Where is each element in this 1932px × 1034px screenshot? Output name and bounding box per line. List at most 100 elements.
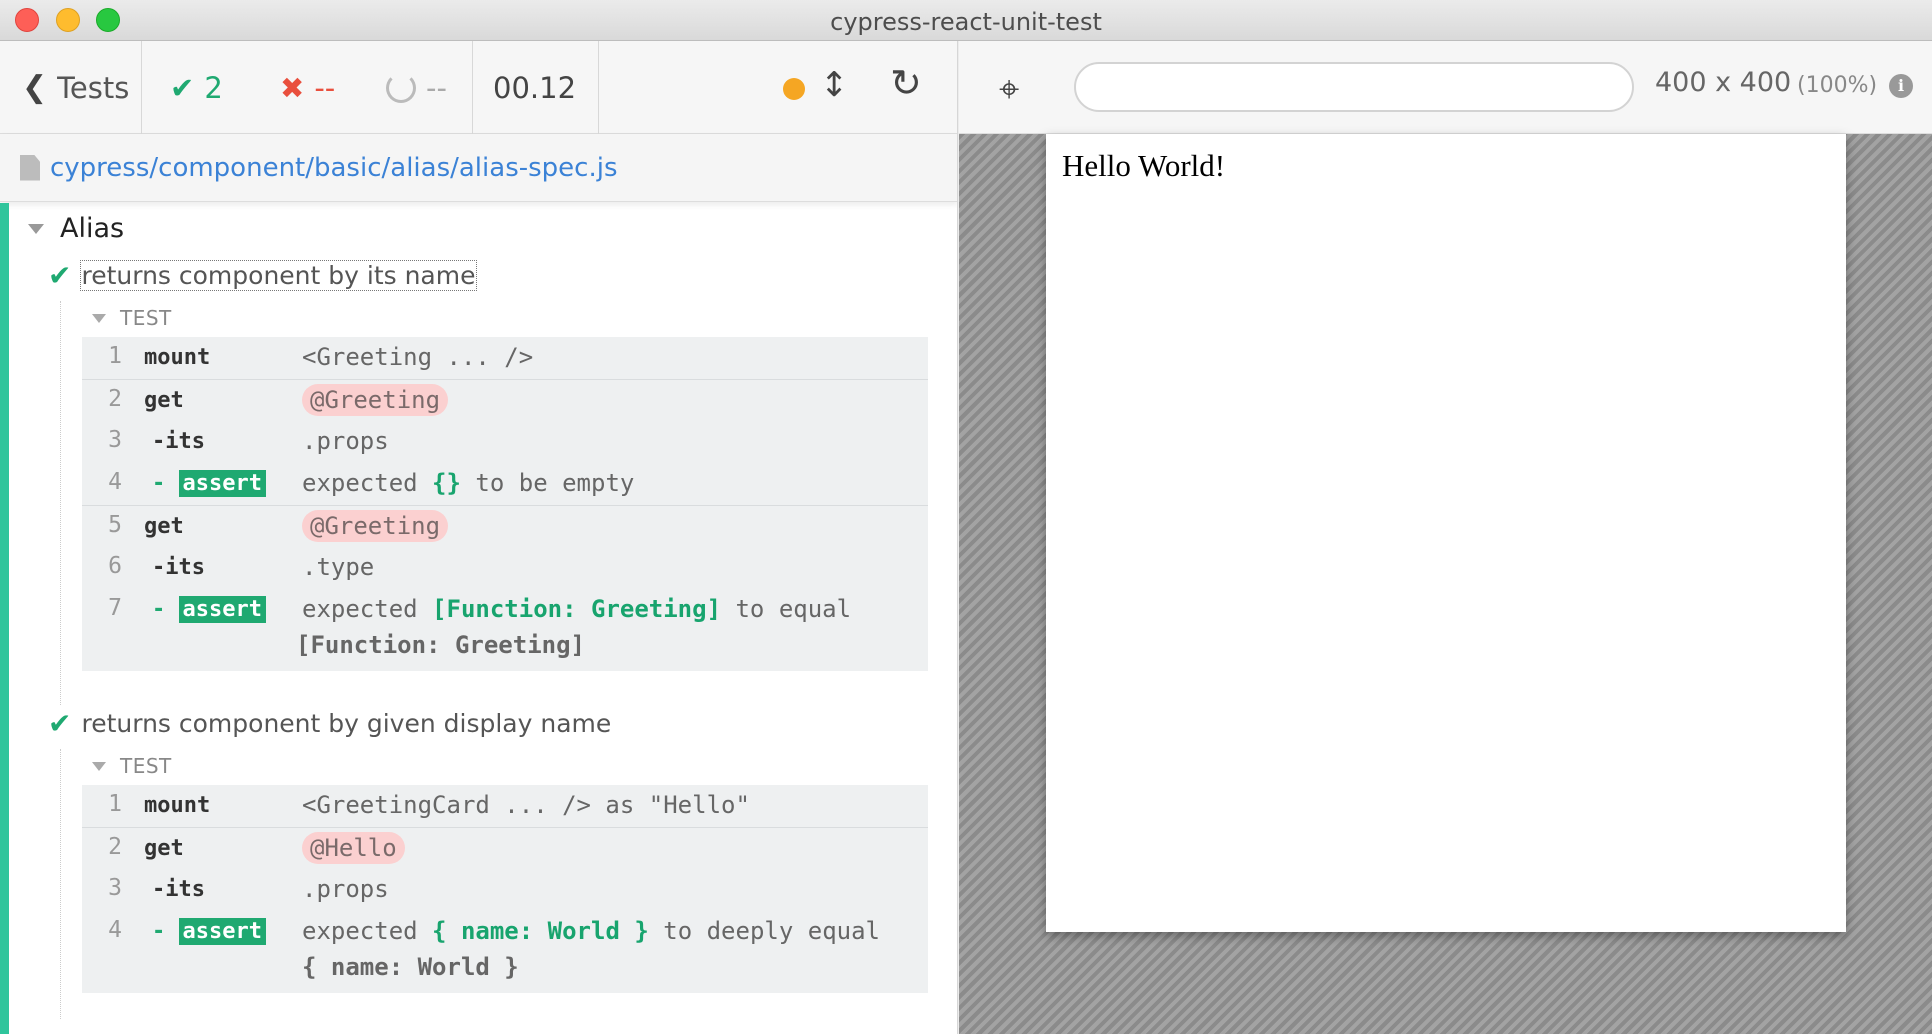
viewport-size: 400 x 400	[1655, 67, 1792, 98]
command-name: -its	[152, 555, 205, 580]
command-number: 1	[108, 791, 122, 817]
command-number: 3	[108, 875, 122, 901]
passed-count[interactable]: ✔ 2	[170, 41, 223, 134]
hook-label: TEST	[120, 306, 172, 330]
assert-text: expected	[302, 469, 418, 497]
check-icon: ✔	[48, 707, 72, 740]
hook-header[interactable]: TEST	[92, 754, 172, 778]
file-icon	[20, 154, 40, 181]
command-row[interactable]: 5 get @Greeting	[82, 505, 928, 547]
command-number: 4	[108, 917, 122, 943]
failed-count[interactable]: ✖ --	[280, 41, 335, 134]
command-name: mount	[144, 793, 211, 818]
rendered-greeting: Hello World!	[1062, 148, 1226, 183]
alias-badge: @Greeting	[302, 510, 449, 542]
test-title[interactable]: ✔ returns component by given display nam…	[48, 707, 611, 740]
command-message: <Greeting ... />	[302, 343, 534, 371]
pending-count[interactable]: --	[386, 41, 447, 134]
hook-header[interactable]: TEST	[92, 306, 172, 330]
command-message: <GreetingCard ... /> as "Hello"	[302, 791, 750, 819]
assert-text: expected	[302, 595, 418, 623]
command-name: get	[144, 514, 184, 539]
hook-label: TEST	[120, 754, 172, 778]
caret-down-icon	[92, 761, 106, 771]
assert-value: [Function: Greeting]	[296, 631, 585, 659]
reporter-panel: ❮ Tests ✔ 2 ✖ -- -- 00.12 ↕ ↻ cypress/co…	[0, 41, 958, 1034]
assert-value: {}	[432, 469, 461, 497]
window-title: cypress-react-unit-test	[830, 8, 1102, 36]
suite-title[interactable]: Alias	[28, 213, 124, 244]
command-name: mount	[144, 345, 211, 370]
stats-bar: ❮ Tests ✔ 2 ✖ -- -- 00.12 ↕ ↻	[0, 41, 957, 134]
command-message: .props	[302, 427, 389, 455]
alias-badge: @Greeting	[302, 384, 449, 416]
command-message: .type	[302, 553, 375, 581]
command-name: - assert	[152, 596, 266, 623]
circle-notch-icon	[386, 72, 416, 103]
aut-stage: Hello World!	[959, 134, 1932, 1034]
command-number: 2	[108, 834, 122, 860]
suite-status-bar	[0, 203, 9, 1034]
command-number: 4	[108, 469, 122, 495]
check-icon: ✔	[170, 70, 195, 105]
check-icon: ✔	[48, 259, 72, 292]
x-icon: ✖	[280, 70, 305, 105]
assert-value: { name: World }	[302, 953, 519, 981]
command-message: expected [Function: Greeting] to equal	[302, 595, 851, 623]
command-row[interactable]: 2 get @Greeting	[82, 379, 928, 421]
crosshair-icon[interactable]: ⌖	[999, 69, 1019, 111]
test-title-text: returns component by given display name	[81, 709, 612, 738]
divider	[472, 41, 473, 134]
command-number: 2	[108, 386, 122, 412]
command-row[interactable]: 3 -its .props	[82, 421, 928, 463]
status-indicator-dot	[783, 78, 805, 100]
assert-text: to deeply equal	[663, 917, 880, 945]
caret-down-icon	[28, 223, 44, 234]
command-number: 7	[108, 595, 122, 621]
command-message: expected { name: World } to deeply equal	[302, 917, 880, 945]
spec-file-header: cypress/component/basic/alias/alias-spec…	[0, 134, 957, 202]
command-row[interactable]: 1 mount <Greeting ... />	[82, 337, 928, 379]
command-number: 1	[108, 343, 122, 369]
runnables-list: Alias ✔ returns component by its name TE…	[0, 203, 957, 1034]
command-name: -its	[152, 429, 205, 454]
command-row[interactable]: 4 - assert expected { name: World } to d…	[82, 911, 928, 993]
back-to-tests-button[interactable]: ❮ Tests	[22, 41, 129, 134]
command-name: -its	[152, 877, 205, 902]
command-name: - assert	[152, 918, 266, 945]
command-row[interactable]: 3 -its .props	[82, 869, 928, 911]
aut-iframe[interactable]: Hello World!	[1046, 134, 1846, 932]
command-name: - assert	[152, 470, 266, 497]
divider	[60, 749, 61, 1019]
test-title[interactable]: ✔ returns component by its name	[48, 259, 477, 292]
caret-down-icon	[92, 313, 106, 323]
command-name: get	[144, 388, 184, 413]
divider	[598, 41, 599, 134]
spec-path-link[interactable]: cypress/component/basic/alias/alias-spec…	[50, 153, 618, 183]
command-row[interactable]: 1 mount <GreetingCard ... /> as "Hello"	[82, 785, 928, 827]
assert-badge: assert	[178, 470, 266, 497]
suite-title-text: Alias	[60, 213, 125, 244]
command-list: 1 mount <Greeting ... /> 2 get @Greeting…	[82, 337, 928, 671]
assert-text: expected	[302, 917, 418, 945]
assert-value: [Function: Greeting]	[432, 595, 722, 623]
info-icon[interactable]: i	[1889, 74, 1913, 98]
command-number: 3	[108, 427, 122, 453]
command-row[interactable]: 6 -its .type	[82, 547, 928, 589]
command-row[interactable]: 4 - assert expected {} to be empty	[82, 463, 928, 505]
command-row[interactable]: 2 get @Hello	[82, 827, 928, 869]
reload-icon[interactable]: ↻	[890, 61, 922, 105]
url-field[interactable]	[1074, 62, 1634, 112]
command-number: 5	[108, 512, 122, 538]
aut-header: ⌖ 400 x 400 (100%) i	[959, 41, 1932, 134]
assert-text: to equal	[735, 595, 852, 623]
command-row[interactable]: 7 - assert expected [Function: Greeting]…	[82, 589, 928, 671]
command-message: expected {} to be empty	[302, 469, 634, 497]
chevron-left-icon: ❮	[22, 70, 48, 105]
alias-badge: @Hello	[302, 832, 405, 864]
pending-value: --	[426, 70, 447, 105]
test-title-text: returns component by its name	[80, 260, 477, 291]
toggle-auto-scroll-icon[interactable]: ↕	[820, 65, 849, 105]
assert-badge: assert	[178, 596, 266, 623]
command-message: .props	[302, 875, 389, 903]
